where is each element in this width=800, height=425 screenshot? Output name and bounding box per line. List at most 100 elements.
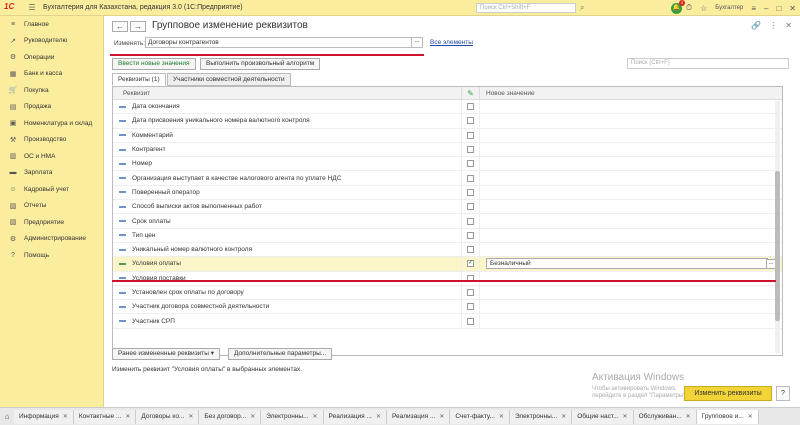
close-icon[interactable]: ✕: [789, 4, 796, 13]
table-row[interactable]: Тип цен: [113, 228, 782, 243]
new-value-cell[interactable]: [479, 314, 782, 328]
all-elements-link[interactable]: Все элементы: [430, 39, 473, 46]
favorites-icon[interactable]: ☆: [700, 4, 707, 13]
sidebar-item[interactable]: ▤ Продажа: [0, 99, 103, 116]
global-search-input[interactable]: Поиск Ctrl+Shift+F: [476, 3, 576, 13]
new-value-cell[interactable]: [479, 271, 782, 285]
select-object-button[interactable]: ...: [412, 37, 423, 48]
sidebar-item[interactable]: ⚙ Администрирование: [0, 231, 103, 248]
close-tab-icon[interactable]: ✕: [439, 410, 444, 424]
window-tab[interactable]: Общие наст... ✕: [572, 409, 634, 424]
new-value-cell[interactable]: [479, 285, 782, 300]
back-button[interactable]: ←: [112, 21, 128, 32]
window-tab[interactable]: Договоры ко... ✕: [136, 409, 200, 424]
window-tab[interactable]: Реализация ... ✕: [386, 409, 451, 424]
attribute-checkbox[interactable]: [467, 231, 474, 239]
scroll-thumb[interactable]: [775, 171, 780, 321]
attribute-checkbox[interactable]: [467, 246, 474, 254]
sidebar-item[interactable]: ☺ Кадровый учет: [0, 181, 103, 198]
window-tab[interactable]: Без договор... ✕: [199, 409, 262, 424]
close-tab-icon[interactable]: ✕: [313, 410, 318, 424]
new-value-cell[interactable]: [479, 128, 782, 142]
new-values-button[interactable]: Ввести новые значения: [112, 58, 196, 70]
notifications-icon[interactable]: 🔔 3: [670, 0, 685, 14]
change-object-input[interactable]: Договоры контрагентов: [145, 37, 412, 48]
column-header-new-value[interactable]: Новое значение: [479, 87, 782, 99]
sidebar-item[interactable]: ▦ Банк и касса: [0, 66, 103, 83]
window-tab[interactable]: Реализация ... ✕: [323, 409, 387, 424]
tab-participants[interactable]: Участники совместной деятельности: [167, 73, 291, 86]
attribute-checkbox[interactable]: [467, 103, 474, 111]
history-icon[interactable]: ⏱: [686, 3, 692, 13]
window-tab[interactable]: Групповое и... ✕: [696, 409, 759, 424]
table-row[interactable]: Участник договора совместной деятельност…: [113, 300, 782, 315]
sidebar-item[interactable]: ▬ Зарплата: [0, 165, 103, 182]
close-tab-icon[interactable]: ✕: [561, 410, 566, 424]
table-row[interactable]: Условия оплаты ✓ Безналичный...: [113, 257, 782, 272]
close-tab-icon[interactable]: ✕: [250, 410, 255, 424]
table-row[interactable]: Поверенный оператор: [113, 185, 782, 201]
new-value-cell[interactable]: [479, 242, 782, 257]
attribute-checkbox[interactable]: [467, 289, 474, 296]
close-tab-icon[interactable]: ✕: [748, 410, 753, 424]
menu-icon[interactable]: ☰: [27, 3, 37, 13]
close-tab-icon[interactable]: ✕: [376, 410, 381, 424]
window-tab[interactable]: Электронны... ✕: [509, 409, 573, 424]
table-row[interactable]: Уникальный номер валютного контроля: [113, 242, 782, 258]
window-tab[interactable]: Электронны... ✕: [261, 409, 324, 424]
attribute-checkbox[interactable]: [467, 117, 474, 125]
attribute-checkbox[interactable]: [467, 146, 474, 154]
table-row[interactable]: Участник СРП: [113, 314, 782, 329]
new-value-cell[interactable]: [479, 100, 782, 114]
attribute-checkbox[interactable]: [467, 160, 474, 168]
sidebar-item[interactable]: ⚒ Производство: [0, 132, 103, 149]
sidebar-item[interactable]: ▨ Отчеты: [0, 198, 103, 215]
attribute-checkbox[interactable]: [467, 217, 474, 225]
close-tab-icon[interactable]: ✕: [623, 410, 628, 424]
sidebar-item[interactable]: ⚙ Операции: [0, 49, 103, 66]
sidebar-item[interactable]: ▥ ОС и НМА: [0, 148, 103, 165]
window-tab[interactable]: Счет-факту... ✕: [450, 409, 510, 424]
new-value-cell[interactable]: [479, 300, 782, 314]
close-tab-icon[interactable]: ✕: [188, 410, 193, 424]
table-row[interactable]: Дата присвоения уникального номера валют…: [113, 114, 782, 129]
attribute-checkbox[interactable]: [467, 174, 474, 182]
previous-attributes-button[interactable]: Ранее измененные реквизиты ▾: [112, 348, 221, 360]
new-value-input[interactable]: Безналичный: [486, 258, 768, 270]
new-value-cell[interactable]: [479, 157, 782, 171]
close-tab-icon[interactable]: ✕: [499, 410, 504, 424]
table-row[interactable]: Установлен срок оплаты по договору: [113, 285, 782, 301]
additional-params-button[interactable]: Дополнительные параметры...: [228, 348, 333, 360]
home-icon[interactable]: ⌂: [0, 412, 14, 421]
attribute-checkbox[interactable]: ✓: [467, 260, 474, 268]
close-tab-icon[interactable]: ✕: [686, 410, 691, 424]
attribute-checkbox[interactable]: [467, 188, 474, 196]
sidebar-item[interactable]: ▧ Предприятие: [0, 214, 103, 231]
help-button[interactable]: ?: [776, 386, 790, 401]
sidebar-item[interactable]: 🛒 Покупка: [0, 82, 103, 99]
sidebar-item[interactable]: ≡ Главное: [0, 16, 103, 33]
attribute-checkbox[interactable]: [467, 131, 474, 139]
table-row[interactable]: Организация выступает в качестве налогов…: [113, 171, 782, 186]
table-row[interactable]: Комментарий: [113, 128, 782, 143]
new-value-cell[interactable]: Безналичный...: [479, 257, 782, 271]
minimize-icon[interactable]: –: [764, 4, 768, 13]
new-value-cell[interactable]: [479, 114, 782, 128]
new-value-cell[interactable]: [479, 142, 782, 157]
apply-changes-button[interactable]: Изменить реквизиты: [684, 386, 772, 401]
attribute-checkbox[interactable]: [467, 317, 474, 325]
close-tab-icon[interactable]: ✕: [125, 410, 130, 424]
maximize-icon[interactable]: □: [776, 4, 781, 13]
pencil-icon[interactable]: ✎: [461, 87, 479, 99]
user-name[interactable]: Бухгалтер: [715, 5, 743, 11]
window-tab[interactable]: Контактные ... ✕: [73, 409, 137, 424]
new-value-cell[interactable]: [479, 214, 782, 228]
close-tab-icon[interactable]: ✕: [63, 410, 68, 424]
custom-algorithm-button[interactable]: Выполнить произвольный алгоритм: [200, 58, 321, 70]
search-icon[interactable]: ⌕: [580, 3, 584, 13]
table-row[interactable]: Условия поставки: [113, 271, 782, 286]
sidebar-item[interactable]: ▣ Номенклатура и склад: [0, 115, 103, 132]
forward-button[interactable]: →: [130, 21, 146, 32]
attribute-checkbox[interactable]: [467, 303, 474, 311]
new-value-cell[interactable]: [479, 228, 782, 242]
